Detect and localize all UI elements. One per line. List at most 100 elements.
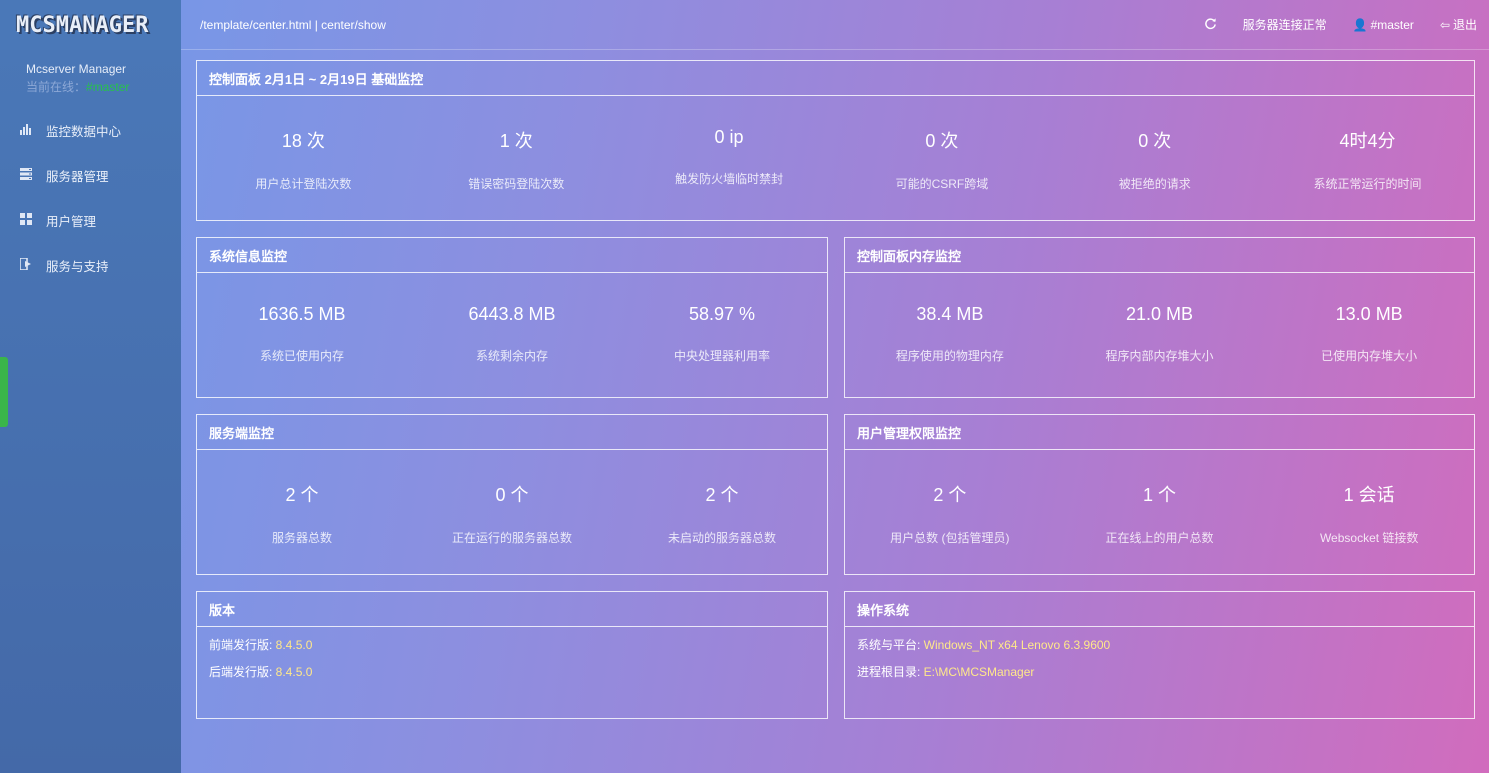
info-row: 前端发行版: 8.4.5.0 bbox=[209, 637, 815, 664]
topbar: /template/center.html | center/show 服务器连… bbox=[181, 0, 1489, 50]
online-user: #master bbox=[86, 80, 130, 94]
stat-label: 可能的CSRF跨域 bbox=[895, 177, 989, 191]
stat-value: 4时4分 bbox=[1339, 131, 1396, 151]
stat-cpu: 58.97 % 中央处理器利用率 bbox=[617, 273, 827, 397]
stat-label: 程序内部内存堆大小 bbox=[1105, 349, 1214, 363]
stat-row: 38.4 MB 程序使用的物理内存 21.0 MB 程序内部内存堆大小 13.0… bbox=[845, 273, 1474, 397]
sidebar: MCSMANAGER Mcserver Manager 当前在线：#master… bbox=[0, 0, 181, 773]
os-panel: 操作系统 系统与平台: Windows_NT x64 Lenovo 6.3.96… bbox=[844, 591, 1475, 719]
stat-label: 系统正常运行的时间 bbox=[1313, 177, 1422, 191]
stat-label: 被拒绝的请求 bbox=[1118, 177, 1191, 191]
grid-icon bbox=[20, 213, 46, 228]
info-row: 系统与平台: Windows_NT x64 Lenovo 6.3.9600 bbox=[857, 637, 1462, 664]
stat-label: 已使用内存堆大小 bbox=[1321, 349, 1418, 363]
logo: MCSMANAGER bbox=[0, 0, 181, 50]
logout-button[interactable]: ⇦ 退出 bbox=[1440, 16, 1477, 33]
info-value: Windows_NT x64 Lenovo 6.3.9600 bbox=[923, 638, 1111, 652]
servers-panel: 服务端监控 2 个 服务器总数 0 个 正在运行的服务器总数 2 个 未启动的服… bbox=[196, 414, 828, 575]
memory-panel: 控制面板内存监控 38.4 MB 程序使用的物理内存 21.0 MB 程序内部内… bbox=[844, 237, 1475, 398]
sidebar-item-support[interactable]: 服务与支持 bbox=[0, 243, 181, 288]
online-prefix: 当前在线： bbox=[26, 80, 87, 94]
sidebar-item-label: 服务与支持 bbox=[46, 260, 109, 274]
stat-row: 1636.5 MB 系统已使用内存 6443.8 MB 系统剩余内存 58.97… bbox=[197, 273, 827, 397]
refresh-icon[interactable] bbox=[1204, 17, 1217, 33]
sidebar-nav: 监控数据中心 服务器管理 用户管理 服务与支持 bbox=[0, 108, 181, 288]
stat-firewall: 0 ip 触发防火墙临时禁封 bbox=[623, 96, 836, 220]
page-path: /template/center.html | center/show bbox=[200, 17, 386, 32]
stat-label: 用户总数 (包括管理员) bbox=[890, 531, 1010, 545]
stat-uptime: 4时4分 系统正常运行的时间 bbox=[1261, 96, 1474, 220]
server-icon bbox=[20, 168, 46, 183]
info-row: 后端发行版: 8.4.5.0 bbox=[209, 664, 815, 691]
stat-heap-total: 21.0 MB 程序内部内存堆大小 bbox=[1055, 273, 1265, 397]
stat-websocket: 1 会话 Websocket 链接数 bbox=[1264, 450, 1474, 574]
connection-status: 服务器连接正常 bbox=[1242, 18, 1327, 32]
info-list: 前端发行版: 8.4.5.0 后端发行版: 8.4.5.0 bbox=[197, 627, 827, 701]
stat-row: 18 次 用户总计登陆次数 1 次 错误密码登陆次数 0 ip 触发防火墙临时禁… bbox=[197, 96, 1474, 220]
stat-label: 系统剩余内存 bbox=[475, 349, 548, 363]
stat-value: 18 次 bbox=[281, 131, 325, 151]
sidebar-item-monitor[interactable]: 监控数据中心 bbox=[0, 108, 181, 153]
stat-label: 正在运行的服务器总数 bbox=[451, 531, 572, 545]
stat-server-stopped: 2 个 未启动的服务器总数 bbox=[617, 450, 827, 574]
system-panel: 系统信息监控 1636.5 MB 系统已使用内存 6443.8 MB 系统剩余内… bbox=[196, 237, 828, 398]
stat-mem-used: 1636.5 MB 系统已使用内存 bbox=[197, 273, 407, 397]
stat-heap-used: 13.0 MB 已使用内存堆大小 bbox=[1264, 273, 1474, 397]
sidebar-item-servers[interactable]: 服务器管理 bbox=[0, 153, 181, 198]
stat-user-online: 1 个 正在线上的用户总数 bbox=[1055, 450, 1265, 574]
stat-rejected: 0 次 被拒绝的请求 bbox=[1048, 96, 1261, 220]
stat-label: 触发防火墙临时禁封 bbox=[675, 172, 784, 186]
sidebar-item-label: 监控数据中心 bbox=[46, 125, 122, 139]
stat-value: 2 个 bbox=[705, 485, 739, 505]
users-panel: 用户管理权限监控 2 个 用户总数 (包括管理员) 1 个 正在线上的用户总数 … bbox=[844, 414, 1475, 575]
app-name: Mcserver Manager bbox=[26, 62, 127, 76]
stat-value: 0 次 bbox=[1138, 131, 1172, 151]
info-value: E:\MC\MCSManager bbox=[923, 665, 1035, 679]
topbar-actions: 服务器连接正常 👤 #master ⇦ 退出 bbox=[1178, 16, 1489, 33]
info-key: 进程根目录: bbox=[857, 665, 924, 679]
info-key: 前端发行版: bbox=[209, 638, 276, 652]
stat-label: 系统已使用内存 bbox=[259, 349, 344, 363]
panel-title: 控制面板 2月1日 ~ 2月19日 基础监控 bbox=[197, 61, 1474, 96]
stat-value: 0 ip bbox=[714, 127, 744, 147]
stat-value: 2 个 bbox=[933, 485, 967, 505]
stat-login-error: 1 次 错误密码登陆次数 bbox=[410, 96, 623, 220]
logout-label: 退出 bbox=[1452, 18, 1477, 32]
panel-title: 用户管理权限监控 bbox=[845, 415, 1474, 450]
stat-value: 13.0 MB bbox=[1335, 304, 1403, 324]
stat-value: 0 个 bbox=[495, 485, 529, 505]
support-icon bbox=[19, 257, 46, 273]
stat-label: 程序使用的物理内存 bbox=[895, 349, 1004, 363]
stat-label: 服务器总数 bbox=[271, 531, 332, 545]
stat-value: 1636.5 MB bbox=[258, 304, 346, 324]
stat-server-total: 2 个 服务器总数 bbox=[197, 450, 407, 574]
stat-row: 2 个 用户总数 (包括管理员) 1 个 正在线上的用户总数 1 会话 Webs… bbox=[845, 450, 1474, 574]
stat-value: 2 个 bbox=[285, 485, 319, 505]
user-name: #master bbox=[1370, 17, 1414, 32]
user-menu[interactable]: 👤 #master bbox=[1353, 18, 1414, 32]
online-status: 当前在线：#master bbox=[26, 78, 181, 95]
stat-value: 58.97 % bbox=[688, 304, 756, 324]
logout-icon: ⇦ bbox=[1439, 18, 1450, 32]
stat-label: 正在线上的用户总数 bbox=[1105, 531, 1214, 545]
sidebar-item-label: 用户管理 bbox=[46, 215, 97, 229]
info-value: 8.4.5.0 bbox=[275, 665, 313, 679]
stat-value: 1 次 bbox=[499, 131, 533, 151]
panel-title: 服务端监控 bbox=[197, 415, 827, 450]
stat-label: 未启动的服务器总数 bbox=[667, 531, 776, 545]
stat-row: 2 个 服务器总数 0 个 正在运行的服务器总数 2 个 未启动的服务器总数 bbox=[197, 450, 827, 574]
stat-label: 中央处理器利用率 bbox=[673, 349, 770, 363]
user-icon: 👤 bbox=[1352, 17, 1368, 32]
stat-label: 用户总计登陆次数 bbox=[255, 177, 352, 191]
info-key: 系统与平台: bbox=[857, 638, 924, 652]
stat-user-total: 2 个 用户总数 (包括管理员) bbox=[845, 450, 1055, 574]
sidebar-item-users[interactable]: 用户管理 bbox=[0, 198, 181, 243]
stat-server-running: 0 个 正在运行的服务器总数 bbox=[407, 450, 617, 574]
overview-panel: 控制面板 2月1日 ~ 2月19日 基础监控 18 次 用户总计登陆次数 1 次… bbox=[196, 60, 1475, 221]
info-key: 后端发行版: bbox=[209, 665, 276, 679]
panel-title: 系统信息监控 bbox=[197, 238, 827, 273]
stat-mem-free: 6443.8 MB 系统剩余内存 bbox=[407, 273, 617, 397]
stat-label: Websocket 链接数 bbox=[1319, 531, 1419, 545]
stat-login-total: 18 次 用户总计登陆次数 bbox=[197, 96, 410, 220]
stat-value: 1 会话 bbox=[1343, 485, 1395, 505]
